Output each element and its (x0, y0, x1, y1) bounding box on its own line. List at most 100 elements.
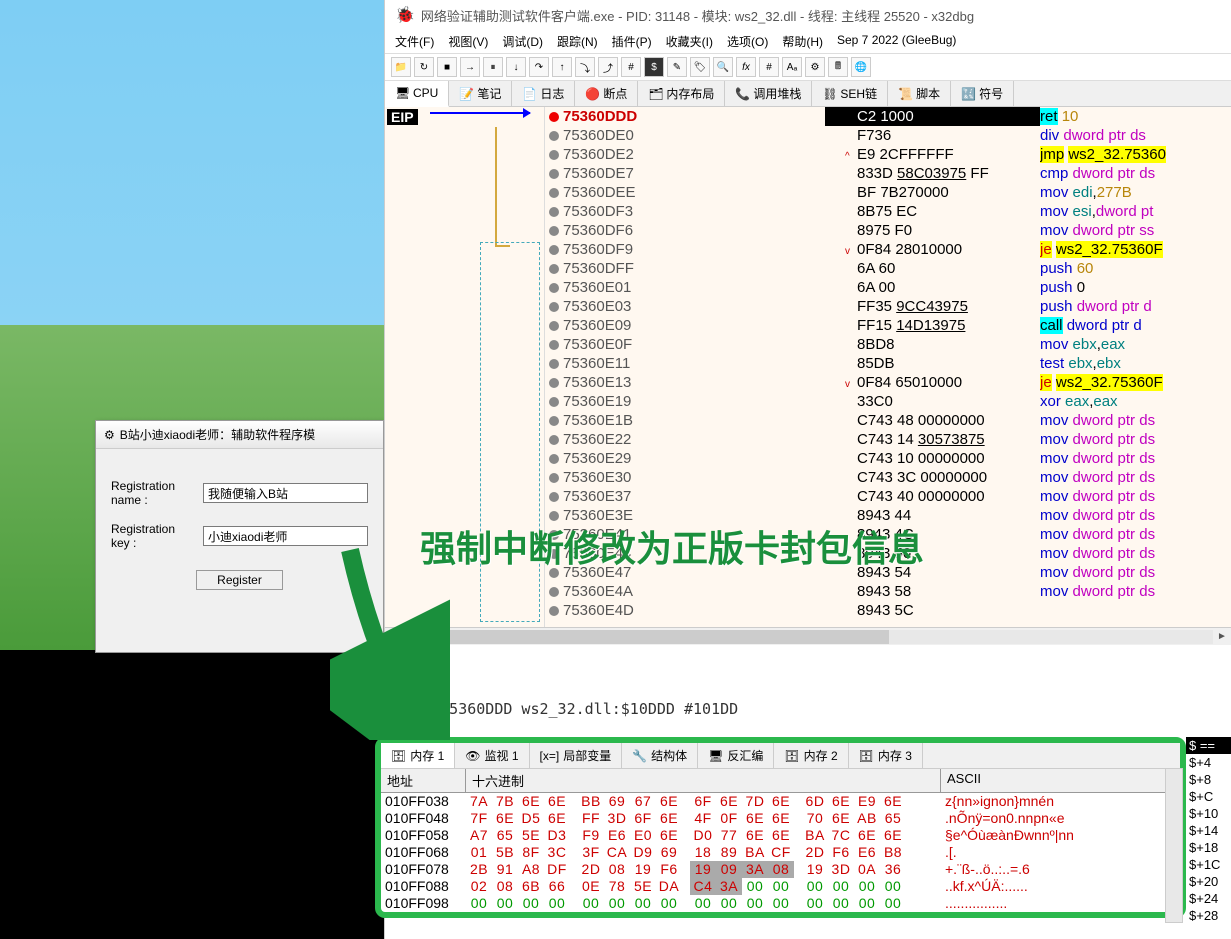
asm-instruction: mov dword ptr ss (1040, 221, 1231, 240)
dump-tab-3[interactable]: 🔧结构体 (622, 743, 698, 768)
breakpoint-dot[interactable] (549, 112, 559, 122)
dump-tab-0[interactable]: 🗄内存 1 (381, 743, 455, 768)
address: 75360DFF (563, 259, 634, 278)
menu-3[interactable]: 跟踪(N) (557, 33, 598, 50)
dump-tab-2[interactable]: [x=]局部变量 (530, 743, 623, 768)
scroll-right-icon[interactable]: ► (1213, 631, 1231, 642)
tab-脚本[interactable]: 📜脚本 (888, 81, 951, 106)
reg-name-label: Registration name : (111, 479, 193, 507)
breakpoint-dot[interactable] (549, 454, 559, 464)
dump-row[interactable]: 010FF0487F6ED56EFF3D6F6E4F0F6E6E706EAB65… (381, 810, 1180, 827)
dump-row[interactable]: 010FF058A7655ED3F9E6E06ED0776E6EBA7C6E6E… (381, 827, 1180, 844)
breakpoint-dot[interactable] (549, 169, 559, 179)
bytes: v0F84 28010000 (825, 240, 1040, 259)
patch-icon[interactable]: $ (644, 57, 664, 77)
vertical-scrollbar[interactable] (1165, 768, 1183, 923)
dump-tab-6[interactable]: 🗄内存 3 (849, 743, 923, 768)
dump-row[interactable]: 010FF09800000000000000000000000000000000… (381, 895, 1180, 912)
breakpoint-dot[interactable] (549, 397, 559, 407)
hash-icon[interactable]: # (621, 57, 641, 77)
breakpoint-dot[interactable] (549, 473, 559, 483)
dump-tab-1[interactable]: 👁监视 1 (455, 743, 529, 768)
reg-name-input[interactable] (203, 483, 368, 503)
dump-tab-4[interactable]: 🖥反汇编 (698, 743, 774, 768)
dialog-titlebar[interactable]: ⚙ B站小迪xiaodi老师：辅助软件程序模 (96, 421, 383, 449)
breakpoint-dot[interactable] (549, 340, 559, 350)
menu-5[interactable]: 收藏夹(I) (666, 33, 713, 50)
bytes: 833D 58C03975 FF (825, 164, 1040, 183)
breakpoint-dot[interactable] (549, 131, 559, 141)
scroll-thumb[interactable] (403, 630, 889, 644)
folder-icon[interactable]: 📁 (391, 57, 411, 77)
breakpoint-dot[interactable] (549, 587, 559, 597)
menu-0[interactable]: 文件(F) (395, 33, 434, 50)
bytes: FF35 9CC43975 (825, 297, 1040, 316)
menu-4[interactable]: 插件(P) (612, 33, 652, 50)
menu-2[interactable]: 调试(D) (502, 33, 543, 50)
asm-instruction: je ws2_32.75360F (1040, 373, 1231, 392)
trace-icon[interactable]: ⤵ (575, 57, 595, 77)
breakpoint-dot[interactable] (549, 150, 559, 160)
tab-CPU[interactable]: 🖥CPU (385, 81, 449, 107)
settings-icon[interactable]: ⚙ (805, 57, 825, 77)
tab-icon: 🗄 (391, 749, 406, 763)
gear-icon: ⚙ (104, 428, 115, 442)
breakpoint-dot[interactable] (549, 188, 559, 198)
breakpoint-dot[interactable] (549, 606, 559, 616)
tab-日志[interactable]: 📄日志 (512, 81, 575, 106)
breakpoint-dot[interactable] (549, 492, 559, 502)
dump-rows[interactable]: 010FF0387A7B6E6EBB69676E6F6E7D6E6D6EE96E… (381, 793, 1180, 912)
breakpoint-dot[interactable] (549, 226, 559, 236)
register-button[interactable]: Register (196, 570, 283, 590)
breakpoint-dot[interactable] (549, 416, 559, 426)
horizontal-scrollbar[interactable]: ◄ ► (385, 627, 1231, 645)
step-out-icon[interactable]: ↑ (552, 57, 572, 77)
menu-6[interactable]: 选项(O) (727, 33, 768, 50)
fx-icon[interactable]: fx (736, 57, 756, 77)
step-into-icon[interactable]: ↓ (506, 57, 526, 77)
asm-instruction: cmp dword ptr ds (1040, 164, 1231, 183)
tab-符号[interactable]: 🔣符号 (951, 81, 1014, 106)
search-icon[interactable]: 🔍 (713, 57, 733, 77)
breakpoint-dot[interactable] (549, 378, 559, 388)
tab-断点[interactable]: 🔴断点 (575, 81, 638, 106)
tab-内存布局[interactable]: 🗂内存布局 (638, 81, 725, 106)
pause-icon[interactable]: ⏸ (483, 57, 503, 77)
calc-icon[interactable]: 🖩 (828, 57, 848, 77)
menu-7[interactable]: 帮助(H) (782, 33, 823, 50)
bookmark-icon[interactable]: 🏷 (690, 57, 710, 77)
breakpoint-dot[interactable] (549, 283, 559, 293)
tab-调用堆栈[interactable]: 📞调用堆栈 (725, 81, 812, 106)
stop-icon[interactable]: ■ (437, 57, 457, 77)
dump-row[interactable]: 010FF0782B91A8DF2D0819F619093A08193D0A36… (381, 861, 1180, 878)
asm-instruction: mov ebx,eax (1040, 335, 1231, 354)
breakpoint-dot[interactable] (549, 264, 559, 274)
comment-icon[interactable]: ✎ (667, 57, 687, 77)
trace2-icon[interactable]: ⤴ (598, 57, 618, 77)
breakpoint-dot[interactable] (549, 207, 559, 217)
breakpoint-dot[interactable] (549, 321, 559, 331)
hash2-icon[interactable]: # (759, 57, 779, 77)
asm-instruction: mov dword ptr ds (1040, 563, 1231, 582)
reg-key-label: Registration key : (111, 522, 193, 550)
menu-1[interactable]: 视图(V) (448, 33, 488, 50)
dump-row[interactable]: 010FF0387A7B6E6EBB69676E6F6E7D6E6D6EE96E… (381, 793, 1180, 810)
breakpoint-dot[interactable] (549, 511, 559, 521)
window-titlebar[interactable]: 🐞 网络验证辅助测试软件客户端.exe - PID: 31148 - 模块: w… (385, 0, 1231, 30)
tab-笔记[interactable]: 📝笔记 (449, 81, 512, 106)
breakpoint-dot[interactable] (549, 359, 559, 369)
stack-offset: $+28 (1186, 907, 1231, 924)
tab-SEH链[interactable]: ⛓SEH链 (812, 81, 888, 106)
asm-instruction: jmp ws2_32.75360 (1040, 145, 1231, 164)
dump-tab-5[interactable]: 🗄内存 2 (774, 743, 848, 768)
step-over-icon[interactable]: ↷ (529, 57, 549, 77)
breakpoint-dot[interactable] (549, 302, 559, 312)
globe-icon[interactable]: 🌐 (851, 57, 871, 77)
dump-row[interactable]: 010FF068015B8F3C3FCAD9691889BACF2DF6E6B8… (381, 844, 1180, 861)
run-icon[interactable]: → (460, 57, 480, 77)
dump-row[interactable]: 010FF08802086B660E785EDAC43A000000000000… (381, 878, 1180, 895)
font-icon[interactable]: Aₐ (782, 57, 802, 77)
breakpoint-dot[interactable] (549, 435, 559, 445)
refresh-icon[interactable]: ↻ (414, 57, 434, 77)
breakpoint-dot[interactable] (549, 245, 559, 255)
